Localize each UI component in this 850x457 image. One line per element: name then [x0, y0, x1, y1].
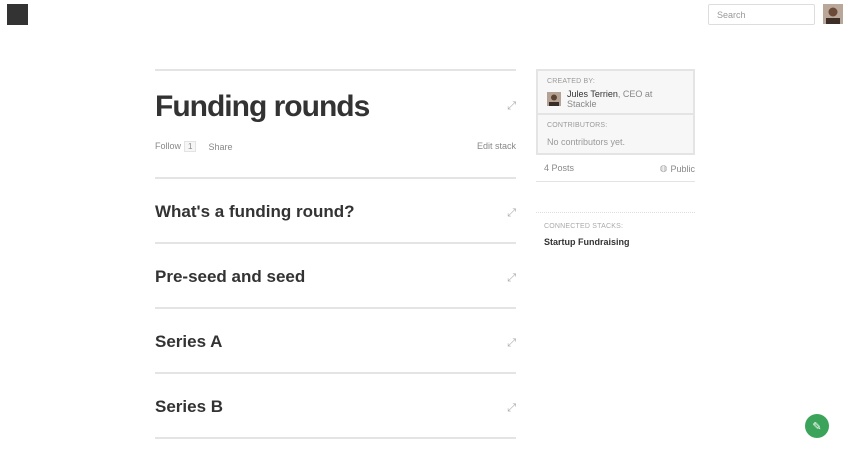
expand-icon[interactable]: ⤢ [507, 207, 516, 220]
section-item[interactable]: Series A ⤢ [155, 309, 516, 372]
divider [536, 212, 695, 213]
creator[interactable]: Jules Terrien, CEO at Stackle [547, 89, 684, 109]
share-button[interactable]: Share [208, 142, 232, 152]
created-by-cell: CREATED BY: Jules Terrien, CEO at Stackl… [538, 71, 693, 113]
connected-stacks-label: CONNECTED STACKS: [544, 223, 624, 230]
page-title: Funding rounds [155, 90, 370, 123]
section-title[interactable]: Series A [155, 332, 222, 352]
creator-avatar[interactable] [547, 91, 561, 106]
app-logo[interactable] [7, 4, 28, 25]
stack-main: Funding rounds ⤢ Follow 1 Share Edit stac… [155, 69, 516, 439]
section-item[interactable]: Pre-seed and seed ⤢ [155, 244, 516, 307]
expand-icon[interactable]: ⤢ [507, 272, 516, 285]
avatar-image [823, 4, 843, 24]
edit-fab-button[interactable]: ✎ [805, 414, 829, 438]
section-item[interactable]: Series B ⤢ [155, 374, 516, 437]
follow-button[interactable]: Follow 1 [155, 141, 197, 152]
stack-meta: 4 Posts ◍ Public [536, 155, 695, 182]
contributors-label: CONTRIBUTORS: [547, 122, 608, 129]
pencil-icon: ✎ [812, 420, 822, 433]
creator-name[interactable]: Jules Terrien [567, 89, 618, 99]
stack-actions: Follow 1 Share [155, 141, 233, 152]
section-title[interactable]: Pre-seed and seed [155, 267, 305, 287]
contributors-cell: CONTRIBUTORS: No contributors yet. [538, 113, 693, 153]
section-item[interactable]: What's a funding round? ⤢ [155, 179, 516, 242]
connected-stack-link[interactable]: Startup Fundraising [544, 237, 695, 247]
avatar-image [547, 91, 561, 106]
follow-count-badge: 1 [184, 141, 197, 152]
created-by-label: CREATED BY: [547, 78, 595, 85]
stack-info-box: CREATED BY: Jules Terrien, CEO at Stackl… [536, 69, 695, 155]
visibility: ◍ Public [660, 163, 695, 174]
search-input[interactable] [708, 4, 815, 25]
stack-sidebar: CREATED BY: Jules Terrien, CEO at Stackl… [536, 69, 695, 247]
section-title[interactable]: Series B [155, 397, 223, 417]
follow-label: Follow [155, 141, 182, 151]
expand-icon[interactable]: ⤢ [507, 100, 516, 113]
expand-icon[interactable]: ⤢ [507, 402, 516, 415]
contributors-empty: No contributors yet. [547, 137, 626, 147]
visibility-label: Public [670, 163, 695, 174]
globe-icon: ◍ [659, 163, 668, 173]
connected-stacks: CONNECTED STACKS: Startup Fundraising [544, 223, 695, 247]
user-avatar[interactable] [823, 4, 843, 24]
stack-header: Funding rounds ⤢ Follow 1 Share Edit stac… [155, 71, 516, 177]
posts-count: 4 Posts [544, 163, 575, 173]
section-title[interactable]: What's a funding round? [155, 202, 355, 222]
edit-stack-button[interactable]: Edit stack [477, 141, 516, 151]
divider [155, 437, 516, 439]
expand-icon[interactable]: ⤢ [507, 337, 516, 350]
